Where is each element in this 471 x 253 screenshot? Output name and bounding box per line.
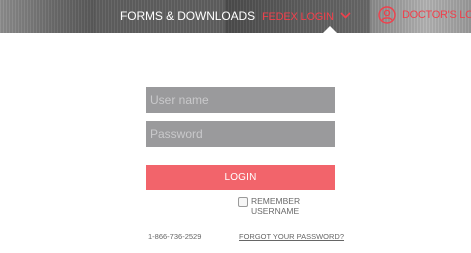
remember-username-option[interactable]: REMEMBER USERNAME (238, 196, 311, 216)
remember-username-label: REMEMBER USERNAME (251, 196, 301, 216)
username-input[interactable] (146, 87, 335, 113)
forgot-password-link[interactable]: FORGOT YOUR PASSWORD? (239, 232, 344, 241)
login-button[interactable]: LOGIN (146, 165, 335, 190)
user-circle-icon (378, 6, 396, 24)
nav-fedex-login-link[interactable]: FEDEX LOGIN (262, 10, 351, 24)
nav-doctors-login-label: DOCTOR'S LOGI (402, 9, 471, 21)
password-input[interactable] (146, 121, 335, 147)
nav-doctors-login-link[interactable]: DOCTOR'S LOGI (378, 6, 471, 24)
dropdown-pointer-notch (323, 26, 337, 33)
page: FORMS & DOWNLOADS FEDEX LOGIN DOCTOR'S L… (0, 0, 471, 253)
top-navigation-bar: FORMS & DOWNLOADS FEDEX LOGIN DOCTOR'S L… (0, 0, 471, 33)
nav-fedex-login-label: FEDEX LOGIN (262, 11, 334, 23)
chevron-down-icon (340, 10, 351, 23)
support-phone-number: 1-866-736-2529 (148, 232, 202, 241)
nav-forms-downloads-link[interactable]: FORMS & DOWNLOADS (120, 10, 255, 23)
remember-username-checkbox[interactable] (238, 197, 248, 207)
